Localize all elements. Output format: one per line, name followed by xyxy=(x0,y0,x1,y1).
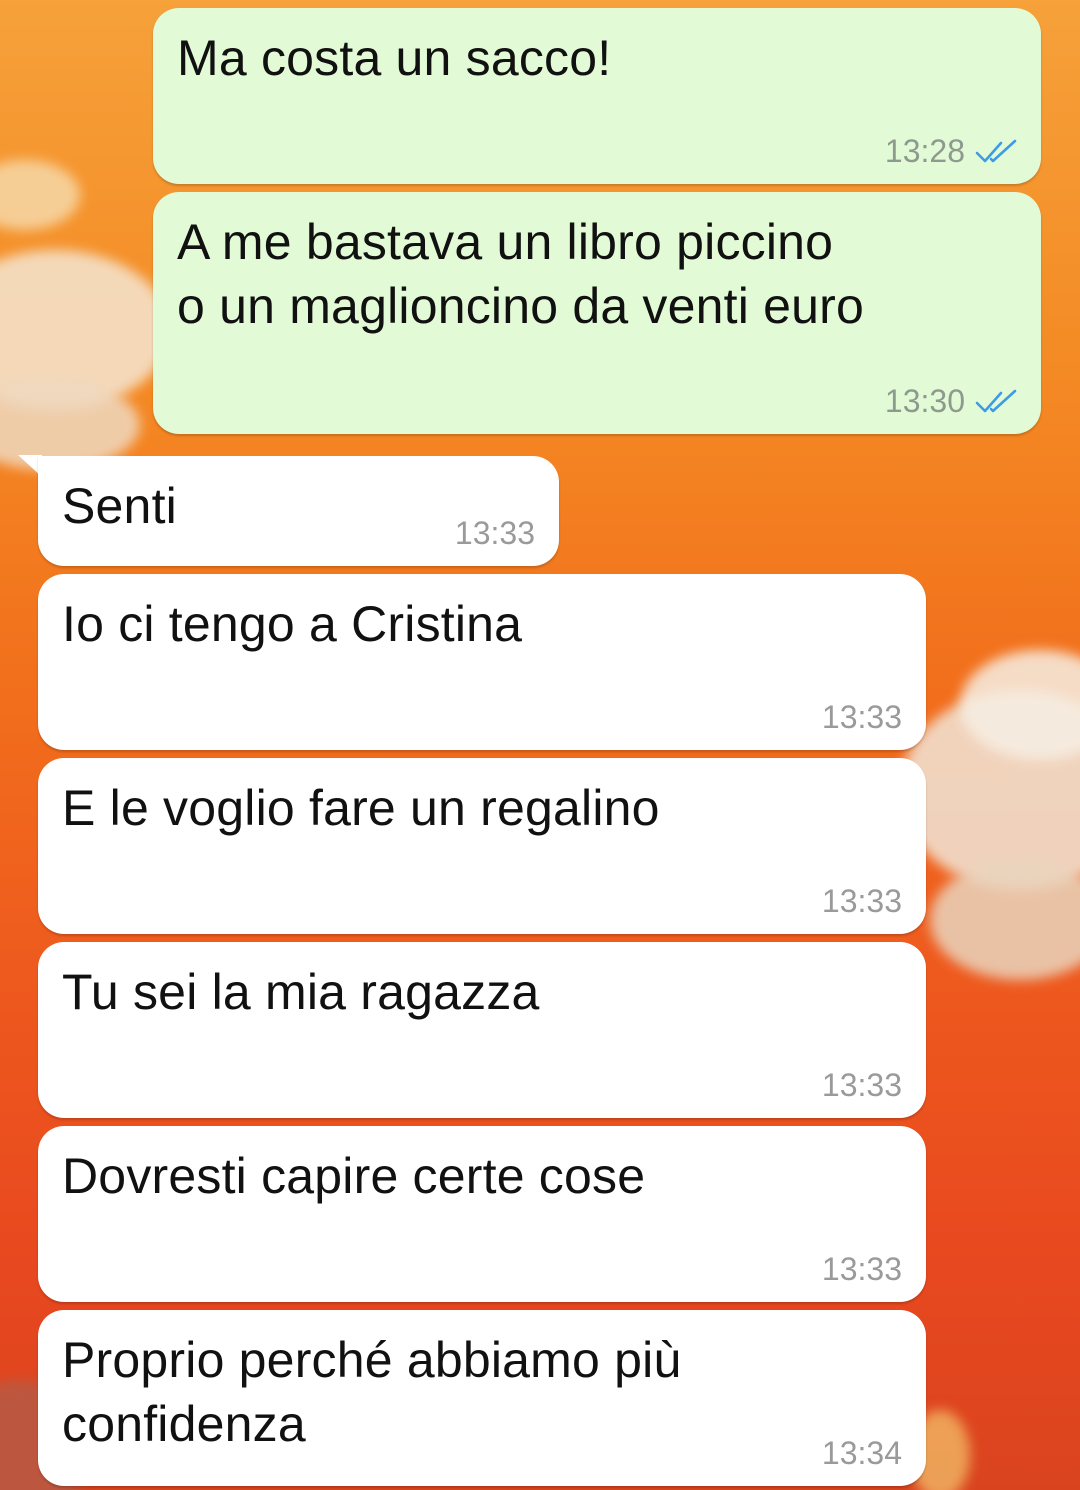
message-time: 13:33 xyxy=(821,699,902,735)
incoming-message[interactable]: Io ci tengo a Cristina 13:33 xyxy=(38,574,926,750)
message-text: Dovresti capire certe cose xyxy=(62,1148,646,1204)
double-check-read-icon xyxy=(975,389,1017,412)
message-time: 13:34 xyxy=(821,1435,902,1471)
incoming-message[interactable]: Tu sei la mia ragazza 13:33 xyxy=(38,942,926,1118)
outgoing-message[interactable]: A me bastava un libro piccino o un magli… xyxy=(153,192,1041,434)
incoming-message[interactable]: Dovresti capire certe cose 13:33 xyxy=(38,1126,926,1302)
message-time: 13:28 xyxy=(884,133,965,169)
message-text: Io ci tengo a Cristina xyxy=(62,596,523,652)
message-text: Tu sei la mia ragazza xyxy=(62,964,540,1020)
message-text: A me bastava un libro piccino o un magli… xyxy=(177,214,865,334)
message-time: 13:33 xyxy=(821,1251,902,1287)
outgoing-message[interactable]: Ma costa un sacco! 13:28 xyxy=(153,8,1041,184)
message-text: Ma costa un sacco! xyxy=(177,30,612,86)
incoming-message[interactable]: E le voglio fare un regalino 13:33 xyxy=(38,758,926,934)
message-time: 13:33 xyxy=(821,1067,902,1103)
message-text: E le voglio fare un regalino xyxy=(62,780,660,836)
double-check-read-icon xyxy=(975,139,1017,162)
message-time: 13:30 xyxy=(884,383,965,419)
message-time: 13:33 xyxy=(821,883,902,919)
incoming-message[interactable]: Senti 13:33 xyxy=(38,456,559,566)
incoming-message[interactable]: Proprio perché abbiamo più confidenza 13… xyxy=(38,1310,926,1486)
message-list[interactable]: Ma costa un sacco! 13:28 A me bastava un… xyxy=(0,0,1080,1490)
message-text: Proprio perché abbiamo più confidenza xyxy=(62,1332,682,1452)
message-time: 13:33 xyxy=(454,515,535,551)
